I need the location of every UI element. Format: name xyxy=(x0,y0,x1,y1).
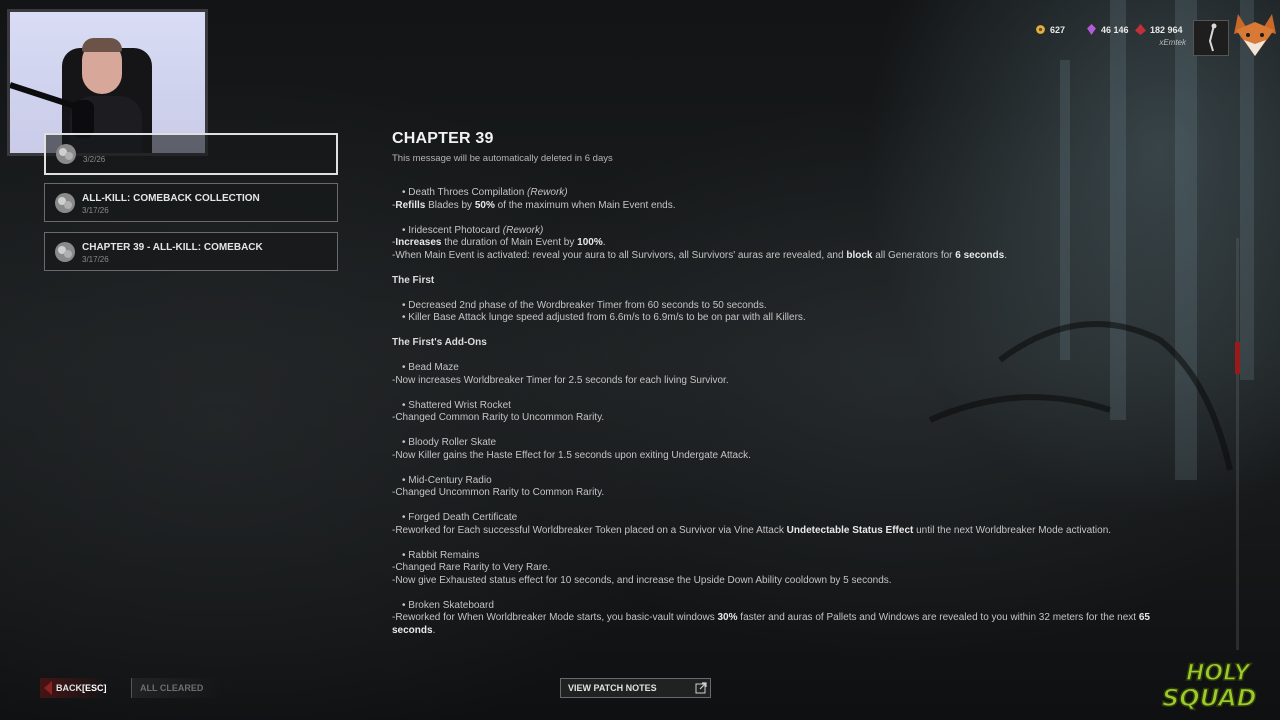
bullet-item: • Mid-Century Radio xyxy=(402,474,492,486)
change-line: seconds. xyxy=(392,624,436,636)
expiry-notice: This message will be automatically delet… xyxy=(392,153,613,164)
message-item-selected[interactable]: 3/2/26 xyxy=(44,133,338,175)
line-spacer xyxy=(392,350,1222,363)
change-line: -Changed Common Rarity to Uncommon Rarit… xyxy=(392,412,605,423)
bullet-item: • Bloody Roller Skate xyxy=(402,437,497,448)
message-list: 3/2/26 ALL-KILL: COMEBACK COLLECTION 3/1… xyxy=(44,133,338,281)
message-character-icon xyxy=(56,144,76,164)
message-item-chapter-39[interactable]: CHAPTER 39 - ALL-KILL: COMEBACK 3/17/26 xyxy=(44,232,338,271)
content-scrollbar[interactable] xyxy=(1235,238,1240,650)
back-arrow-icon xyxy=(44,681,52,695)
bullet-item: • Broken Skateboard xyxy=(402,599,494,611)
bullet-item: • Iridescent Photocard (Rework) xyxy=(402,224,544,236)
message-content: CHAPTER 39 This message will be automati… xyxy=(392,130,1222,645)
all-cleared-button[interactable]: ALL CLEARED xyxy=(131,678,223,698)
auric-cells-icon xyxy=(1135,24,1146,35)
fox-avatar-icon xyxy=(1234,14,1276,56)
bloodpoints-value: 627 xyxy=(1050,24,1066,35)
change-line: -Refills Blades by 50% of the maximum wh… xyxy=(392,199,676,211)
line-spacer xyxy=(392,287,1222,300)
change-line: -Changed Uncommon Rarity to Common Rarit… xyxy=(392,487,605,498)
back-label: BACK xyxy=(56,683,82,693)
section-heading: The First's Add-Ons xyxy=(392,337,487,348)
external-link-icon xyxy=(695,682,707,694)
bullet-item: • Forged Death Certificate xyxy=(402,512,518,523)
iridescent-shards-value: 46 146 xyxy=(1101,24,1129,35)
change-line: -Now increases Worldbreaker Timer for 2.… xyxy=(392,374,729,386)
change-line: -Reworked for Each successful Worldbreak… xyxy=(392,524,1112,536)
line-spacer xyxy=(392,387,1222,400)
logo-line-1: HOLY xyxy=(1186,661,1252,686)
message-date: 3/2/26 xyxy=(83,155,106,164)
change-line: -Increases the duration of Main Event by… xyxy=(392,237,606,248)
line-spacer xyxy=(392,325,1222,338)
section-heading: The First xyxy=(392,274,435,286)
line-spacer xyxy=(392,212,1222,225)
change-line: -Changed Rare Rarity to Very Rare. xyxy=(392,562,551,573)
auric-cells-value: 182 964 xyxy=(1150,24,1183,35)
holy-squad-logo: HOLY SQUAD xyxy=(1161,660,1257,712)
message-title: ALL-KILL: COMEBACK COLLECTION xyxy=(82,193,260,204)
patch-notes-body: • Death Throes Compilation (Rework) -Refi… xyxy=(392,187,1222,637)
message-title: CHAPTER 39 - ALL-KILL: COMEBACK xyxy=(82,242,263,253)
bloodpoints-icon xyxy=(1036,25,1045,34)
line-spacer xyxy=(392,425,1222,438)
message-character-icon xyxy=(55,242,75,262)
logo-line-2: SQUAD xyxy=(1162,684,1257,712)
bullet-item: • Death Throes Compilation (Rework) xyxy=(402,187,568,198)
player-name: xEmtek xyxy=(1159,38,1186,47)
line-spacer xyxy=(392,587,1222,600)
message-heading: CHAPTER 39 xyxy=(392,130,494,147)
bullet-item: • Rabbit Remains xyxy=(402,549,480,561)
iridescent-shards-counter: 46 146 xyxy=(1086,24,1129,35)
bullet-item: • Decreased 2nd phase of the Wordbreaker… xyxy=(402,299,767,311)
message-date: 3/17/26 xyxy=(82,206,109,215)
patch-notes-label: VIEW PATCH NOTES xyxy=(568,683,657,693)
bullet-item: • Shattered Wrist Rocket xyxy=(402,399,511,411)
back-button[interactable]: BACK [ESC] xyxy=(40,678,108,698)
change-line: -Now give Exhausted status effect for 10… xyxy=(392,574,892,586)
auric-cells-counter: 182 964 xyxy=(1135,24,1183,35)
bloodpoints-counter: 627 xyxy=(1035,24,1065,35)
change-line: -Now Killer gains the Haste Effect for 1… xyxy=(392,449,751,461)
character-figure-icon xyxy=(1208,23,1217,52)
message-character-icon xyxy=(55,193,75,213)
line-spacer xyxy=(392,262,1222,275)
view-patch-notes-button[interactable]: VIEW PATCH NOTES xyxy=(560,678,711,698)
scrollbar-thumb[interactable] xyxy=(1235,342,1240,374)
iridescent-shards-icon xyxy=(1087,24,1096,35)
change-line: -When Main Event is activated: reveal yo… xyxy=(392,249,1007,261)
back-key-hint: [ESC] xyxy=(82,683,107,693)
message-item-comeback-collection[interactable]: ALL-KILL: COMEBACK COLLECTION 3/17/26 xyxy=(44,183,338,222)
message-date: 3/17/26 xyxy=(82,255,109,264)
character-portrait[interactable] xyxy=(1193,20,1229,56)
change-line: -Reworked for When Worldbreaker Mode sta… xyxy=(392,612,1150,623)
bullet-item: • Bead Maze xyxy=(402,362,459,373)
line-spacer xyxy=(392,537,1222,550)
all-cleared-label: ALL CLEARED xyxy=(140,683,204,693)
bullet-item: • Killer Base Attack lunge speed adjuste… xyxy=(402,312,806,323)
line-spacer xyxy=(392,500,1222,513)
line-spacer xyxy=(392,462,1222,475)
